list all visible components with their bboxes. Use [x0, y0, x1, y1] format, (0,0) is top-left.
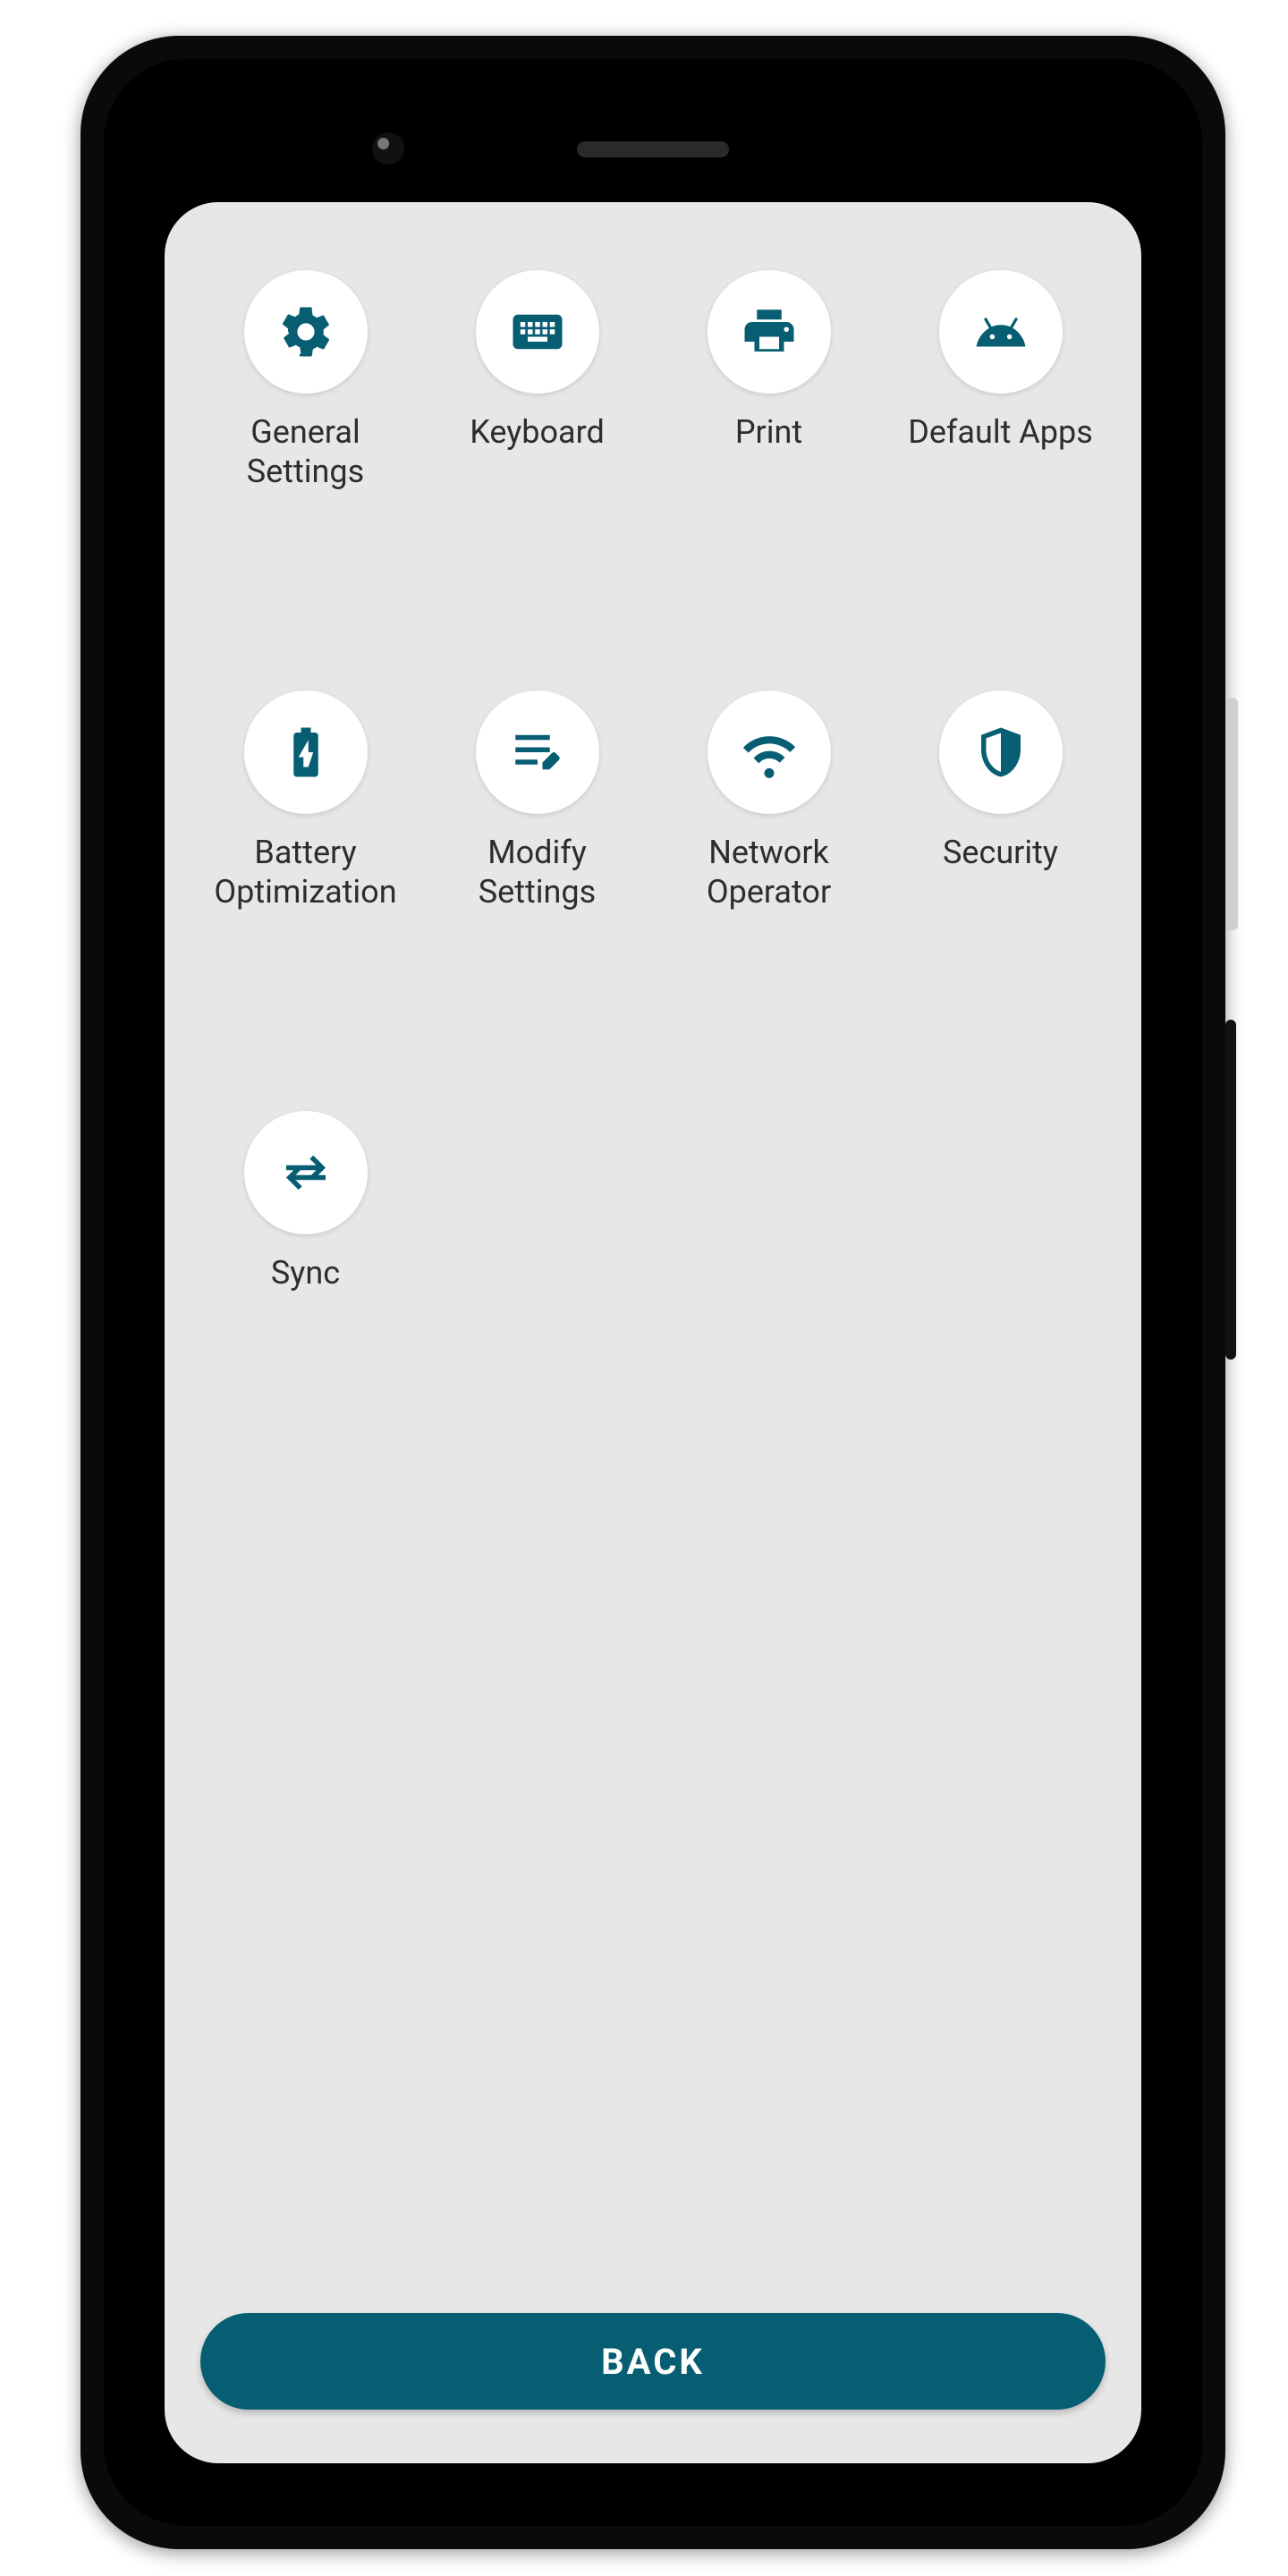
tile-modify-settings[interactable]: Modify Settings: [423, 685, 651, 1097]
earpiece: [577, 141, 729, 157]
tile-label: Network Operator: [655, 834, 883, 912]
tile-default-apps[interactable]: Default Apps: [886, 265, 1114, 676]
tile-keyboard[interactable]: Keyboard: [423, 265, 651, 676]
phone-bezel: General Settings Keyboard Print: [104, 59, 1202, 2526]
tile-label: Security: [937, 834, 1063, 873]
screen: General Settings Keyboard Print: [165, 202, 1141, 2463]
wifi-icon: [708, 691, 831, 814]
keyboard-icon: [476, 270, 599, 394]
tile-label: Default Apps: [902, 413, 1098, 453]
power-button: [1225, 1020, 1236, 1360]
phone-frame: General Settings Keyboard Print: [80, 36, 1225, 2549]
android-icon: [939, 270, 1063, 394]
shield-icon: [939, 691, 1063, 814]
tile-print[interactable]: Print: [655, 265, 883, 676]
back-button-label: BACK: [601, 2341, 705, 2383]
front-camera: [372, 132, 404, 165]
battery-icon: [244, 691, 368, 814]
tile-label: Keyboard: [464, 413, 610, 453]
settings-grid-screen: General Settings Keyboard Print: [165, 202, 1141, 2463]
tile-sync[interactable]: Sync: [191, 1106, 419, 1517]
tile-label: General Settings: [191, 413, 419, 492]
volume-button: [1225, 698, 1238, 930]
edit-list-icon: [476, 691, 599, 814]
swap-icon: [244, 1111, 368, 1234]
settings-grid: General Settings Keyboard Print: [191, 265, 1114, 2313]
print-icon: [708, 270, 831, 394]
tile-battery-optimization[interactable]: Battery Optimization: [191, 685, 419, 1097]
tile-general-settings[interactable]: General Settings: [191, 265, 419, 676]
tile-label: Print: [730, 413, 808, 453]
tile-network-operator[interactable]: Network Operator: [655, 685, 883, 1097]
tile-security[interactable]: Security: [886, 685, 1114, 1097]
tile-label: Battery Optimization: [191, 834, 419, 912]
tile-label: Modify Settings: [423, 834, 651, 912]
tile-label: Sync: [266, 1254, 345, 1293]
gear-icon: [244, 270, 368, 394]
back-button[interactable]: BACK: [200, 2313, 1106, 2410]
